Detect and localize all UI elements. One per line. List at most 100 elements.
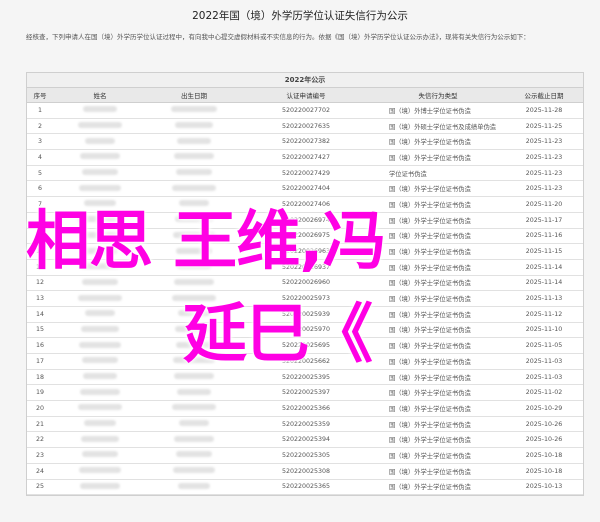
redacted-blur <box>177 137 211 144</box>
cell-violation-type: 国（境）外学士学位证书伪造 <box>371 322 505 339</box>
header-application-id: 认证申请编号 <box>241 88 371 103</box>
cell-deadline: 2025-11-28 <box>505 102 583 119</box>
cell-no: 21 <box>27 416 53 433</box>
redacted-blur <box>82 451 118 458</box>
redacted-blur <box>79 341 121 348</box>
document-page: 2022年国（境）外学历学位认证失信行为公示 经核查，下列申请人在国（境）外学历… <box>0 0 600 522</box>
page-title: 2022年国（境）外学历学位认证失信行为公示 <box>192 10 408 22</box>
redacted-blur <box>80 388 120 395</box>
cell-dob <box>147 447 241 464</box>
cell-name <box>53 369 147 386</box>
cell-violation-type: 国（境）外学士学位证书伪造 <box>371 416 505 433</box>
cell-name <box>53 337 147 354</box>
table-row: 2 520220027635 国（境）外硕士学位证书及成绩单伪造 2025-11-25 <box>27 118 583 135</box>
cell-name <box>53 102 147 119</box>
cell-no: 17 <box>27 353 53 370</box>
redacted-blur <box>83 106 117 113</box>
cell-violation-type: 国（境）外学士学位证书伪造 <box>371 259 505 276</box>
cell-deadline: 2025-11-17 <box>505 212 583 229</box>
cell-violation-type: 国（境）外学士学位证书伪造 <box>371 290 505 307</box>
cell-violation-type: 国（境）外学士学位证书伪造 <box>371 400 505 417</box>
cell-violation-type: 国（境）外学士学位证书伪造 <box>371 149 505 166</box>
cell-name <box>53 416 147 433</box>
redacted-blur <box>80 153 120 160</box>
redacted-blur <box>78 404 122 411</box>
cell-name <box>53 133 147 151</box>
cell-no: 15 <box>27 322 53 339</box>
cell-deadline: 2025-11-16 <box>505 228 583 245</box>
cell-application-id: 520220025365 <box>241 479 371 496</box>
cell-violation-type: 国（境）外学士学位证书伪造 <box>371 384 505 402</box>
cell-application-id: 520220027382 <box>241 133 371 151</box>
cell-no: 23 <box>27 447 53 464</box>
cell-violation-type: 国（境）外学士学位证书伪造 <box>371 463 505 480</box>
overlay-text-line2: 延巳《 <box>183 298 373 372</box>
cell-name <box>53 384 147 402</box>
redacted-blur <box>174 435 214 442</box>
cell-deadline: 2025-11-03 <box>505 353 583 370</box>
cell-dob <box>147 479 241 496</box>
cell-no: 24 <box>27 463 53 480</box>
redacted-blur <box>85 137 115 144</box>
cell-application-id: 520220027427 <box>241 149 371 166</box>
cell-deadline: 2025-11-23 <box>505 165 583 182</box>
cell-deadline: 2025-10-26 <box>505 416 583 433</box>
cell-violation-type: 国（境）外学士学位证书伪造 <box>371 243 505 260</box>
cell-deadline: 2025-11-25 <box>505 118 583 135</box>
overlay-text-line1: 相思 王维,冯 <box>26 205 387 279</box>
cell-name <box>53 306 147 323</box>
cell-deadline: 2025-11-14 <box>505 275 583 292</box>
table-row: 23 520220025305 国（境）外学士学位证书伪造 2025-10-18 <box>27 447 583 464</box>
cell-application-id: 520220027635 <box>241 118 371 135</box>
cell-application-id: 520220025308 <box>241 463 371 480</box>
cell-application-id: 520220025305 <box>241 447 371 464</box>
cell-name <box>53 447 147 464</box>
redacted-blur <box>78 122 122 129</box>
redacted-blur <box>80 482 120 489</box>
cell-no: 13 <box>27 290 53 307</box>
redacted-blur <box>177 388 211 395</box>
table-row: 24 520220025308 国（境）外学士学位证书伪造 2025-10-18 <box>27 463 583 480</box>
cell-no: 1 <box>27 102 53 119</box>
intro-paragraph: 经核查，下列申请人在国（境）外学历学位认证过程中，有向我中心提交虚假材料或不实信… <box>26 33 530 41</box>
cell-violation-type: 国（境）外学士学位证书伪造 <box>371 180 505 198</box>
cell-deadline: 2025-10-13 <box>505 479 583 496</box>
table-row: 25 520220025365 国（境）外学士学位证书伪造 2025-10-13 <box>27 479 583 496</box>
table-header-row: 序号 姓名 出生日期 认证申请编号 失信行为类型 公示截止日期 <box>27 88 583 103</box>
cell-deadline: 2025-11-15 <box>505 243 583 260</box>
cell-deadline: 2025-10-26 <box>505 431 583 449</box>
cell-deadline: 2025-10-18 <box>505 447 583 464</box>
table-row: 21 520220025359 国（境）外学士学位证书伪造 2025-10-26 <box>27 416 583 433</box>
cell-application-id: 520220025397 <box>241 384 371 402</box>
header-violation-type: 失信行为类型 <box>371 88 505 103</box>
redacted-blur <box>172 404 216 411</box>
redacted-blur <box>82 169 118 176</box>
cell-dob <box>147 165 241 182</box>
cell-violation-type: 国（境）外学士学位证书伪造 <box>371 212 505 229</box>
redacted-blur <box>82 357 118 364</box>
cell-dob <box>147 102 241 119</box>
cell-no: 18 <box>27 369 53 386</box>
table-row: 5 520220027429 学位证书伪造 2025-11-23 <box>27 165 583 182</box>
table-row: 19 520220025397 国（境）外学士学位证书伪造 2025-11-02 <box>27 384 583 402</box>
cell-violation-type: 国（境）外学士学位证书伪造 <box>371 196 505 213</box>
cell-deadline: 2025-11-13 <box>505 290 583 307</box>
cell-deadline: 2025-11-10 <box>505 322 583 339</box>
table-row: 22 520220025394 国（境）外学士学位证书伪造 2025-10-26 <box>27 431 583 449</box>
cell-dob <box>147 400 241 417</box>
cell-deadline: 2025-10-18 <box>505 463 583 480</box>
redacted-blur <box>84 420 116 427</box>
cell-deadline: 2025-11-14 <box>505 259 583 276</box>
redacted-blur <box>175 122 213 129</box>
cell-no: 22 <box>27 431 53 449</box>
cell-no: 20 <box>27 400 53 417</box>
cell-deadline: 2025-11-23 <box>505 180 583 198</box>
cell-name <box>53 322 147 339</box>
cell-violation-type: 国（境）外学士学位证书伪造 <box>371 228 505 245</box>
table-caption: 2022年公示 <box>27 73 583 88</box>
cell-deadline: 2025-11-12 <box>505 306 583 323</box>
cell-violation-type: 国（境）外学士学位证书伪造 <box>371 431 505 449</box>
cell-no: 2 <box>27 118 53 135</box>
header-name: 姓名 <box>53 88 147 103</box>
cell-violation-type: 国（境）外学士学位证书伪造 <box>371 275 505 292</box>
